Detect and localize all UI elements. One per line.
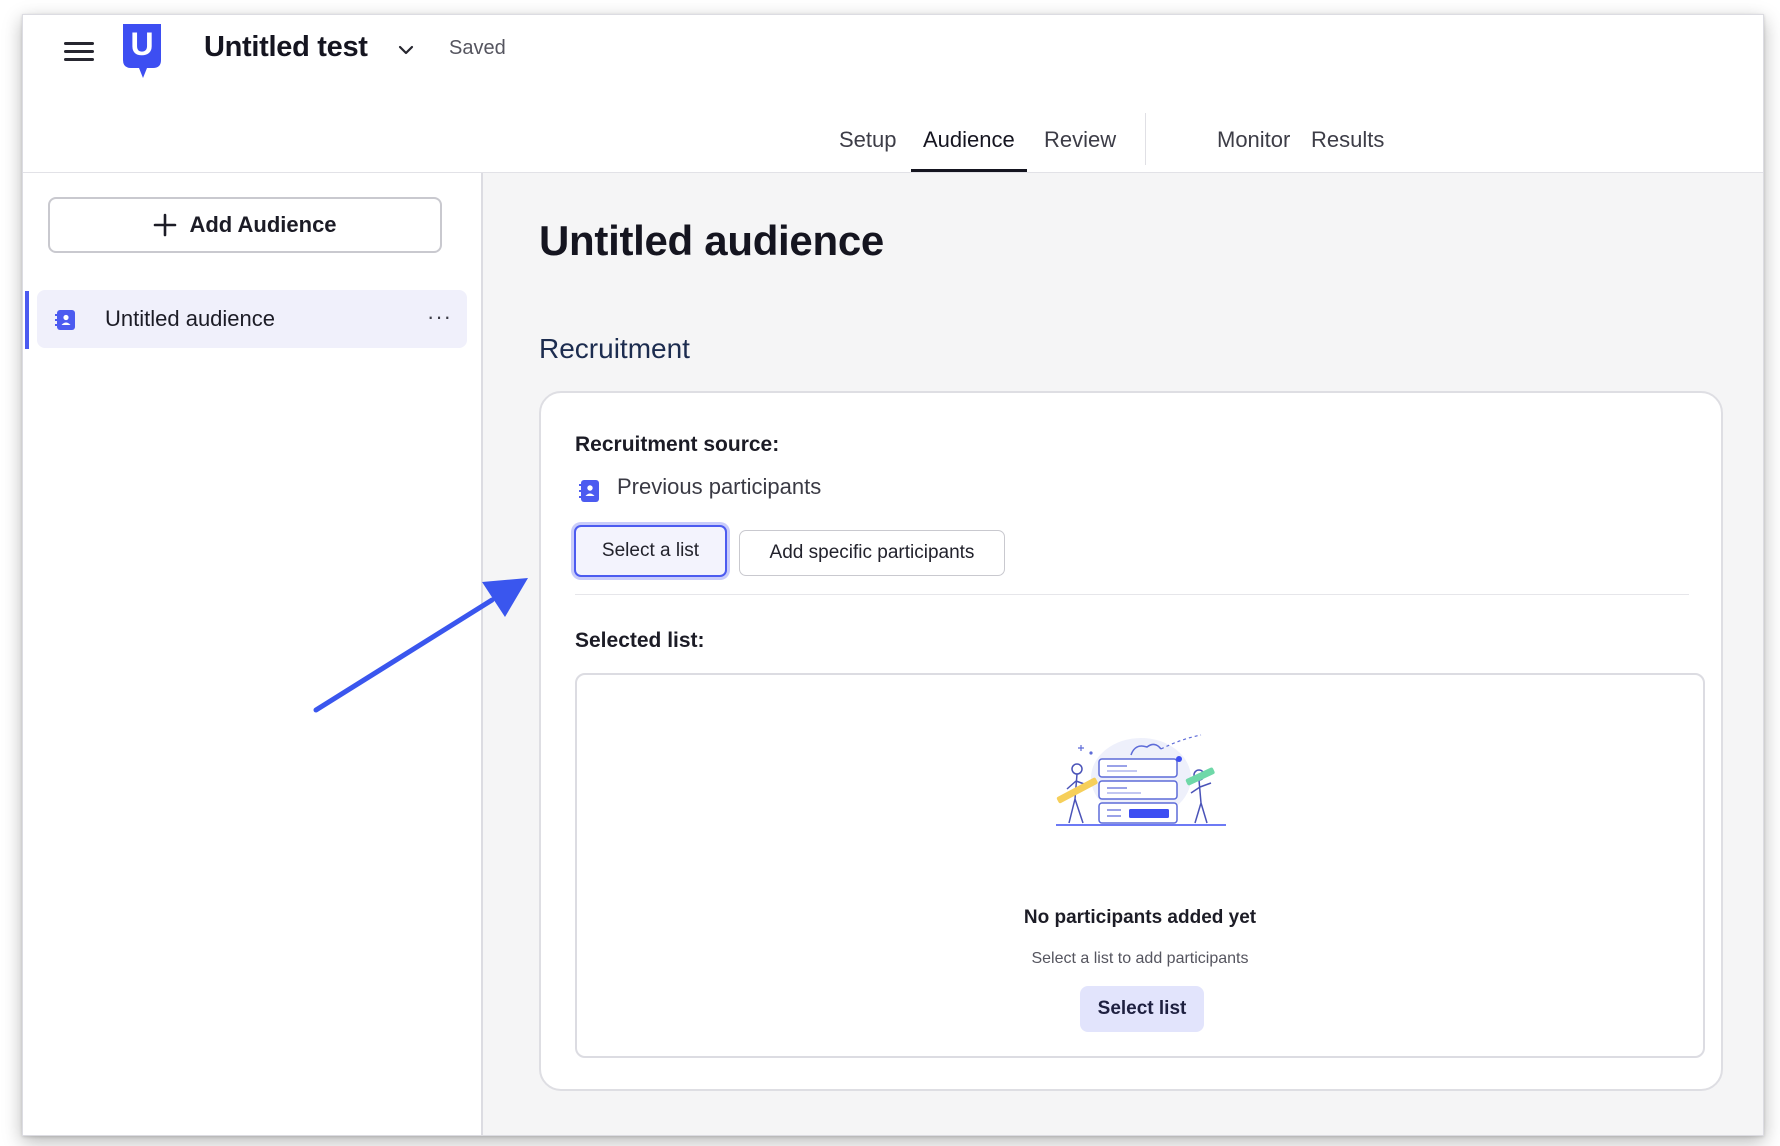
recruitment-card: Recruitment source: Previous participant… (539, 391, 1723, 1091)
add-audience-label: Add Audience (189, 212, 337, 237)
section-heading: Recruitment (539, 333, 690, 364)
page-title: Untitled audience (539, 217, 884, 264)
plus-icon (154, 213, 177, 237)
active-item-indicator (25, 291, 29, 349)
contact-book-icon (55, 309, 77, 336)
selected-list-empty-state: No participants added yet Select a list … (575, 673, 1705, 1058)
sidebar-item-label: Untitled audience (105, 306, 276, 331)
logo-letter: U (130, 26, 153, 62)
add-audience-button[interactable]: Add Audience (48, 197, 442, 253)
tab-audience[interactable]: Audience (911, 127, 1027, 172)
more-horizontal-icon[interactable]: ··· (427, 304, 452, 330)
empty-list-illustration (1056, 734, 1226, 826)
top-bar: U Untitled test Saved Setup Audience Rev… (23, 15, 1763, 173)
audience-sidebar: Add Audience Untitled audience ··· (23, 173, 483, 1135)
tab-monitor[interactable]: Monitor (1205, 127, 1302, 169)
app-window: U Untitled test Saved Setup Audience Rev… (22, 14, 1764, 1136)
hamburger-icon[interactable] (64, 39, 94, 65)
sidebar-item-untitled-audience[interactable]: Untitled audience ··· (37, 290, 467, 348)
test-title[interactable]: Untitled test (204, 31, 368, 64)
divider (575, 594, 1689, 595)
tab-bar: Setup Audience Review Monitor Results (23, 113, 1763, 172)
select-list-button[interactable]: Select list (1080, 986, 1204, 1032)
empty-state-title: No participants added yet (1023, 907, 1257, 928)
empty-state-subtitle: Select a list to add participants (1031, 950, 1249, 967)
contact-book-icon (579, 479, 601, 508)
add-specific-participants-button[interactable]: Add specific participants (739, 530, 1005, 576)
tab-setup[interactable]: Setup (827, 127, 909, 169)
selected-list-label: Selected list: (575, 629, 705, 652)
select-a-list-button[interactable]: Select a list (574, 525, 727, 577)
chevron-down-icon[interactable] (395, 39, 417, 61)
recruitment-source-label: Recruitment source: (575, 433, 780, 456)
main-content: Untitled audience Recruitment Recruitmen… (483, 173, 1763, 1135)
save-status: Saved (449, 37, 506, 59)
recruitment-source-value: Previous participants (617, 474, 822, 499)
tab-review[interactable]: Review (1032, 127, 1128, 169)
tab-divider (1145, 113, 1146, 165)
usertesting-logo[interactable]: U (119, 20, 167, 87)
tab-results[interactable]: Results (1299, 127, 1396, 169)
